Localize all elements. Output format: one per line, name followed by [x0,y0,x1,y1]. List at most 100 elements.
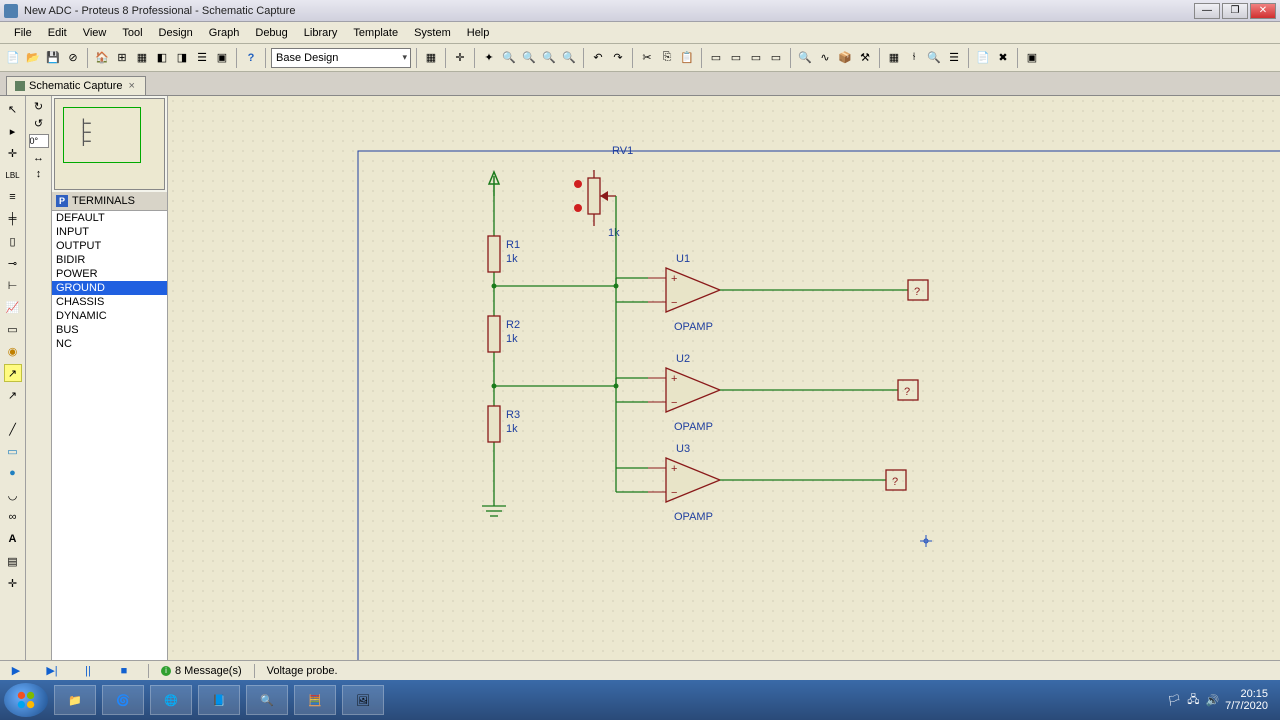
exit-sheet-icon[interactable]: ▣ [1023,49,1041,67]
generator-mode-icon[interactable]: ◉ [4,342,22,360]
junction-mode-icon[interactable]: ✛ [4,144,22,162]
ground-terminal[interactable] [482,496,506,516]
gerber-icon[interactable]: ◨ [173,49,191,67]
block-delete-icon[interactable]: ▭ [767,49,785,67]
symbol-2d-icon[interactable]: ▤ [4,552,22,570]
taskbar-app1-icon[interactable]: 🌀 [102,685,144,715]
voltage-probe-icon[interactable]: ↗ [4,364,22,382]
delete-sheet-icon[interactable]: ✖ [994,49,1012,67]
origin-icon[interactable]: ✛ [451,49,469,67]
zoom-out-icon[interactable]: 🔍 [520,49,538,67]
menu-system[interactable]: System [406,25,459,41]
close-button[interactable]: ✕ [1250,3,1276,19]
pick-parts-icon[interactable]: P [56,195,68,207]
pick-icon[interactable]: 🔍 [796,49,814,67]
minimize-button[interactable]: — [1194,3,1220,19]
toggle-grid-icon[interactable]: ▦ [885,49,903,67]
sim-step-icon[interactable]: ▶| [40,663,64,679]
property-icon[interactable]: ☰ [945,49,963,67]
taskbar-word-icon[interactable]: 📘 [198,685,240,715]
zoom-all-icon[interactable]: 🔍 [540,49,558,67]
component-r1[interactable]: R1 1k [488,236,520,272]
block-rotate-icon[interactable]: ▭ [747,49,765,67]
path-2d-icon[interactable]: ∞ [4,508,22,526]
tray-flag-icon[interactable]: 🏳 [1167,694,1181,707]
line-2d-icon[interactable]: ╱ [4,420,22,438]
paste-icon[interactable]: 📋 [678,49,696,67]
3d-icon[interactable]: ◧ [153,49,171,67]
terminal-default[interactable]: DEFAULT [52,211,167,225]
terminal-power[interactable]: POWER [52,267,167,281]
new-icon[interactable]: 📄 [4,49,22,67]
pcb-icon[interactable]: ▦ [133,49,151,67]
text-script-icon[interactable]: ≡ [4,188,22,206]
taskbar-app4-icon[interactable]: 🖼 [342,685,384,715]
tray-network-icon[interactable]: 🖧 [1187,691,1199,710]
terminal-chassis[interactable]: CHASSIS [52,295,167,309]
tray-volume-icon[interactable]: 🔊 [1205,694,1219,707]
menu-template[interactable]: Template [345,25,406,41]
zoom-in-icon[interactable]: 🔍 [500,49,518,67]
decompose-icon[interactable]: ⚒ [856,49,874,67]
maximize-button[interactable]: ❐ [1222,3,1248,19]
rotation-input[interactable] [29,134,49,148]
wire-icon[interactable]: ∿ [816,49,834,67]
sim-play-icon[interactable]: ▶ [4,663,28,679]
terminals-list[interactable]: DEFAULT INPUT OUTPUT BIDIR POWER GROUND … [52,211,167,660]
selection-mode-icon[interactable]: ↖ [4,100,22,118]
component-r2[interactable]: R2 1k [488,316,520,352]
menu-library[interactable]: Library [296,25,346,41]
menu-view[interactable]: View [75,25,115,41]
sim-stop-icon[interactable]: ■ [112,663,136,679]
design-selector[interactable]: Base Design [271,48,411,68]
terminal-bus[interactable]: BUS [52,323,167,337]
wirelabel-mode-icon[interactable]: LBL [4,166,22,184]
tab-close-icon[interactable]: × [127,80,137,92]
menu-edit[interactable]: Edit [40,25,75,41]
new-sheet-icon[interactable]: 📄 [974,49,992,67]
help-icon[interactable]: ? [242,49,260,67]
terminal-nc[interactable]: NC [52,337,167,351]
terminals-mode-icon[interactable]: ⊸ [4,254,22,272]
device-pins-icon[interactable]: ⊢ [4,276,22,294]
taskbar-app2-icon[interactable]: 🔍 [246,685,288,715]
power-terminal[interactable] [489,172,499,196]
bom-icon[interactable]: ☰ [193,49,211,67]
system-tray[interactable]: 🏳 🖧 🔊 20:15 7/7/2020 [1167,688,1276,712]
terminal-bidir[interactable]: BIDIR [52,253,167,267]
menu-file[interactable]: File [6,25,40,41]
menu-graph[interactable]: Graph [201,25,248,41]
start-button[interactable] [4,683,48,717]
block-move-icon[interactable]: ▭ [727,49,745,67]
search-icon[interactable]: 🔍 [925,49,943,67]
menu-debug[interactable]: Debug [247,25,295,41]
component-u1[interactable]: U1 + − OPAMP [648,253,908,333]
subcircuit-mode-icon[interactable]: ▯ [4,232,22,250]
close-project-icon[interactable]: ⊘ [64,49,82,67]
menu-help[interactable]: Help [459,25,498,41]
tab-schematic-capture[interactable]: Schematic Capture × [6,76,146,95]
circle-2d-icon[interactable]: ● [4,464,22,482]
open-icon[interactable]: 📂 [24,49,42,67]
package-icon[interactable]: 📦 [836,49,854,67]
home-icon[interactable]: 🏠 [93,49,111,67]
rotate-ccw-icon[interactable]: ↺ [34,117,43,130]
component-mode-icon[interactable]: ▸ [4,122,22,140]
save-icon[interactable]: 💾 [44,49,62,67]
taskbar-explorer-icon[interactable]: 📁 [54,685,96,715]
graph-mode-icon[interactable]: 📈 [4,298,22,316]
menu-design[interactable]: Design [151,25,201,41]
marker-2d-icon[interactable]: ✛ [4,574,22,592]
component-r3[interactable]: R3 1k [488,406,520,442]
probe-u1-output[interactable]: ? [908,280,928,300]
probe-u3-output[interactable]: ? [886,470,906,490]
terminal-input[interactable]: INPUT [52,225,167,239]
component-rv1[interactable]: RV1 1k [574,145,633,484]
pan-center-icon[interactable]: ✦ [480,49,498,67]
sim-pause-icon[interactable]: || [76,663,100,679]
tape-mode-icon[interactable]: ▭ [4,320,22,338]
bus-mode-icon[interactable]: ╪ [4,210,22,228]
grid-icon[interactable]: ▦ [422,49,440,67]
code-icon[interactable]: ▣ [213,49,231,67]
terminal-output[interactable]: OUTPUT [52,239,167,253]
